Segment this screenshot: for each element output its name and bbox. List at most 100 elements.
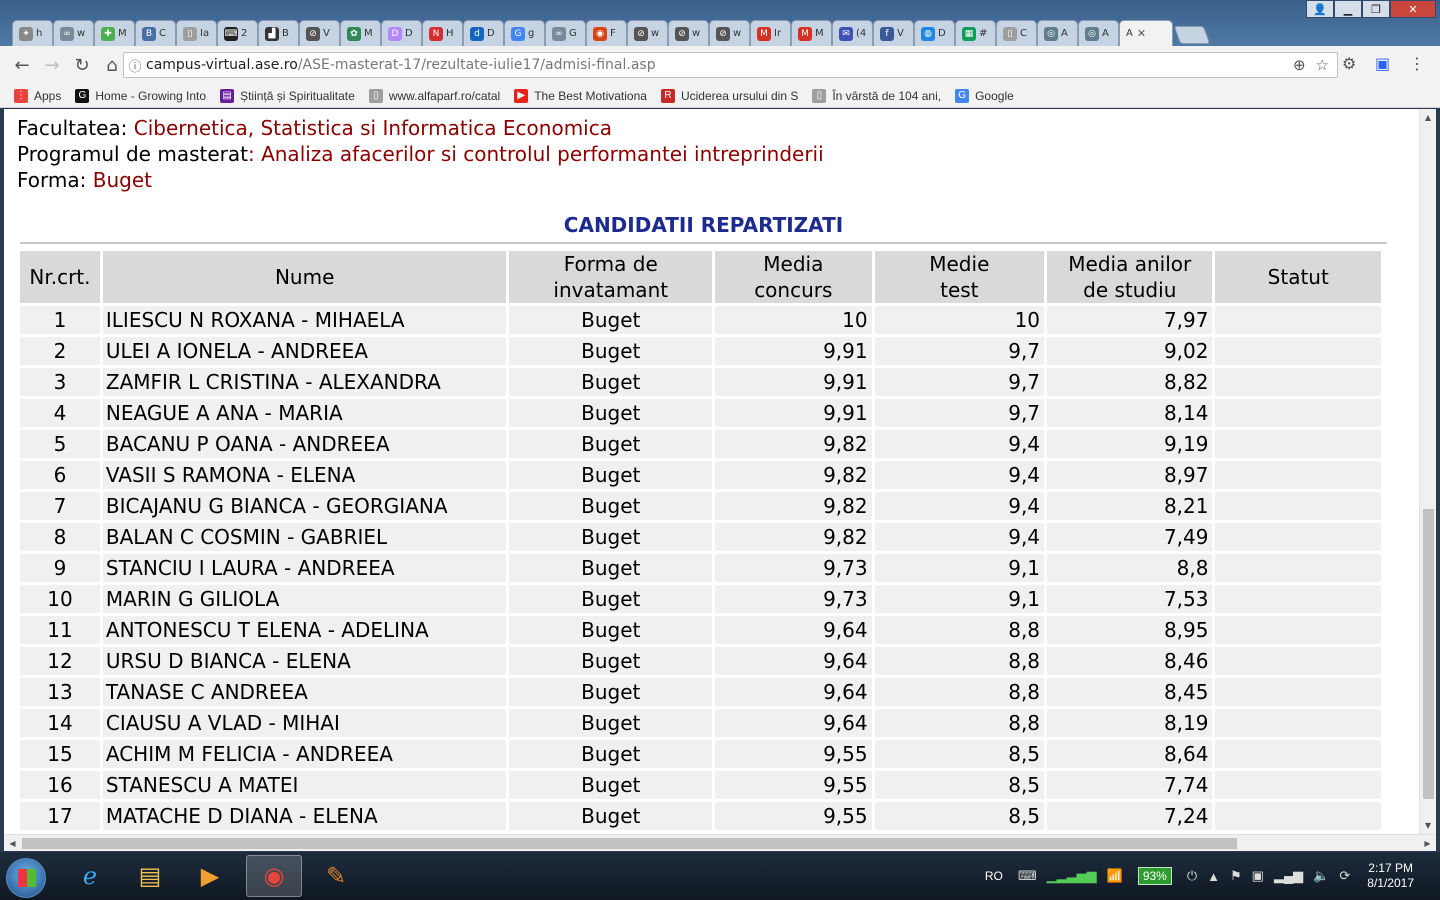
browser-tab[interactable]: BC (135, 20, 176, 46)
browser-tab[interactable]: ⌨ 2 (217, 20, 258, 46)
bookmark-item[interactable]: R Uciderea ursului din S (660, 88, 798, 103)
results-table: Nr.crt. Nume Forma de invatamant Media con… (17, 248, 1384, 833)
table-row: 1 ILIESCU N ROXANA - MIHAELA Buget 10 10 7,97 (20, 306, 1381, 334)
browser-tab[interactable]: ⊘ V (299, 20, 340, 46)
battery-indicator[interactable]: 93% (1137, 867, 1172, 885)
extension-icon[interactable]: ⚙ (1342, 54, 1356, 73)
browser-tab[interactable]: ⊘ w (709, 20, 750, 46)
browser-tab[interactable]: MM (791, 20, 832, 46)
scroll-left-arrow-icon[interactable]: ◀ (4, 835, 21, 852)
cell-name: BALAN C COSMIN - GABRIEL (102, 523, 507, 551)
browser-tab[interactable]: ▯ C (996, 20, 1037, 46)
bookmark-item[interactable]: G Google (955, 88, 1014, 103)
browser-tab[interactable]: ✚ M (94, 20, 135, 46)
browser-tab[interactable]: ⊘ w (627, 20, 668, 46)
browser-tab[interactable]: ∞ G (545, 20, 586, 46)
cell-forma: Buget (509, 647, 713, 675)
browser-tab[interactable]: ⊘ w (668, 20, 709, 46)
maximize-button[interactable]: ❐ (1362, 0, 1390, 18)
clock[interactable]: 2:17 PM 8/1/2017 (1367, 861, 1414, 891)
chrome-icon[interactable]: ◉ (246, 855, 302, 897)
bookmark-star-icon[interactable]: ☆ (1316, 56, 1329, 74)
browser-tab[interactable]: ▯ Ia (176, 20, 217, 46)
program-separator: : (247, 142, 262, 166)
power-plug-icon[interactable]: ⏻ (1187, 868, 1197, 884)
zoom-icon[interactable]: ⊕ (1293, 56, 1306, 74)
browser-tab[interactable]: Gg (504, 20, 545, 46)
tab-title: V (323, 28, 330, 39)
volume-icon[interactable]: 🔈 (1313, 868, 1329, 884)
cell-nr: 10 (20, 585, 100, 613)
scroll-right-arrow-icon[interactable]: ▶ (1419, 835, 1436, 852)
col-header-nume: Nume (102, 251, 507, 303)
archive-app-icon[interactable]: ✎ (308, 855, 364, 897)
antenna-icon[interactable]: 📶 (1107, 868, 1123, 884)
action-center-flag-icon[interactable]: ⚑ (1230, 868, 1242, 884)
tab-close-icon[interactable]: ✕ (1137, 27, 1146, 40)
minimize-button[interactable]: ▁ (1334, 0, 1362, 18)
scroll-up-arrow-icon[interactable]: ▲ (1420, 109, 1436, 126)
sync-icon[interactable]: ⟳ (1339, 868, 1350, 884)
bookmark-item[interactable]: ⋮ Apps (14, 88, 61, 103)
start-button[interactable] (6, 858, 46, 898)
browser-tab[interactable]: ✦ h (12, 20, 53, 46)
cell-media-concurs: 9,64 (715, 616, 872, 644)
browser-tab[interactable]: ▟ B (258, 20, 299, 46)
browser-tab[interactable]: ▦ # (955, 20, 996, 46)
browser-tab[interactable]: M Ir (750, 20, 791, 46)
internet-explorer-icon[interactable]: ℯ (62, 855, 118, 897)
tab-title: g (528, 28, 535, 39)
forward-arrow-icon[interactable]: → (38, 51, 66, 79)
user-profile-icon[interactable]: 👤 (1306, 0, 1334, 18)
address-bar[interactable]: ⓘ campus-virtual.ase.ro/ASE-masterat-17/… (123, 52, 1338, 78)
signal-strength-icon[interactable]: ▁▂▃▅▆ (1047, 868, 1097, 884)
browser-tab[interactable]: ✿ M (340, 20, 381, 46)
cell-statut (1215, 523, 1381, 551)
table-row: 12 URSU D BIANCA - ELENA Buget 9,64 8,8 8,46 (20, 647, 1381, 675)
browser-tab[interactable]: fV (873, 20, 914, 46)
browser-tab[interactable]: DD (381, 20, 422, 46)
browser-tab[interactable]: ∞ w (53, 20, 94, 46)
new-tab-button[interactable] (1173, 26, 1211, 44)
vertical-scroll-thumb[interactable] (1423, 509, 1434, 799)
bookmark-extension-icon[interactable]: ▣ (1375, 54, 1390, 73)
bookmark-item[interactable]: ▯ În vârstă de 104 ani, (812, 88, 941, 103)
table-row: 16 STANESCU A MATEI Buget 9,55 8,5 7,74 (20, 771, 1381, 799)
browser-tab[interactable]: ◎ A (1037, 20, 1078, 46)
browser-tab[interactable]: ◉ F (586, 20, 627, 46)
active-browser-tab[interactable]: A ✕ (1119, 20, 1173, 46)
bookmark-item[interactable]: ▤ Știință și Spiritualitate (220, 88, 355, 103)
browser-tab[interactable]: ✉ (4 (832, 20, 873, 46)
program-info: Facultatea: Cibernetica, Statistica si I… (17, 115, 824, 193)
bookmark-item[interactable]: ▶ The Best Motivationa (514, 88, 647, 103)
vertical-scrollbar[interactable]: ▲ ▼ (1419, 109, 1436, 834)
menu-kebab-icon[interactable]: ⋮ (1409, 54, 1425, 73)
reload-icon[interactable]: ↻ (68, 51, 96, 79)
file-explorer-icon[interactable]: ▤ (122, 855, 178, 897)
keyboard-icon[interactable]: ⌨ (1018, 868, 1037, 884)
cell-statut (1215, 492, 1381, 520)
page-info-icon[interactable]: ⓘ (124, 56, 146, 75)
browser-tab[interactable]: ◎ A (1078, 20, 1119, 46)
tray-expand-icon[interactable]: ▲ (1207, 869, 1220, 884)
apps-grid-icon: ⋮ (14, 88, 28, 103)
browser-tab[interactable]: ◍ D (914, 20, 955, 46)
cell-media-concurs: 9,82 (715, 492, 872, 520)
bookmark-item[interactable]: G Home - Growing Into (75, 88, 206, 103)
close-window-button[interactable]: ✕ (1390, 0, 1436, 18)
browser-tab[interactable]: NH (422, 20, 463, 46)
media-player-icon[interactable]: ▶ (182, 855, 238, 897)
cell-nr: 4 (20, 399, 100, 427)
cell-statut (1215, 554, 1381, 582)
bookmark-item[interactable]: ▯ www.alfaparf.ro/catal (368, 88, 500, 103)
back-arrow-icon[interactable]: ← (8, 51, 36, 79)
device-icon[interactable]: ▣ (1252, 868, 1264, 884)
horizontal-scroll-thumb[interactable] (22, 838, 1237, 849)
horizontal-scrollbar[interactable]: ◀ ▶ (4, 834, 1436, 851)
language-indicator[interactable]: RO (985, 869, 1003, 883)
browser-tab[interactable]: dD (463, 20, 504, 46)
home-icon[interactable]: ⌂ (98, 51, 126, 79)
scroll-down-arrow-icon[interactable]: ▼ (1420, 817, 1436, 834)
network-bars-icon[interactable]: ▂▄▆ (1274, 868, 1303, 884)
cell-medie-test: 9,4 (874, 492, 1045, 520)
